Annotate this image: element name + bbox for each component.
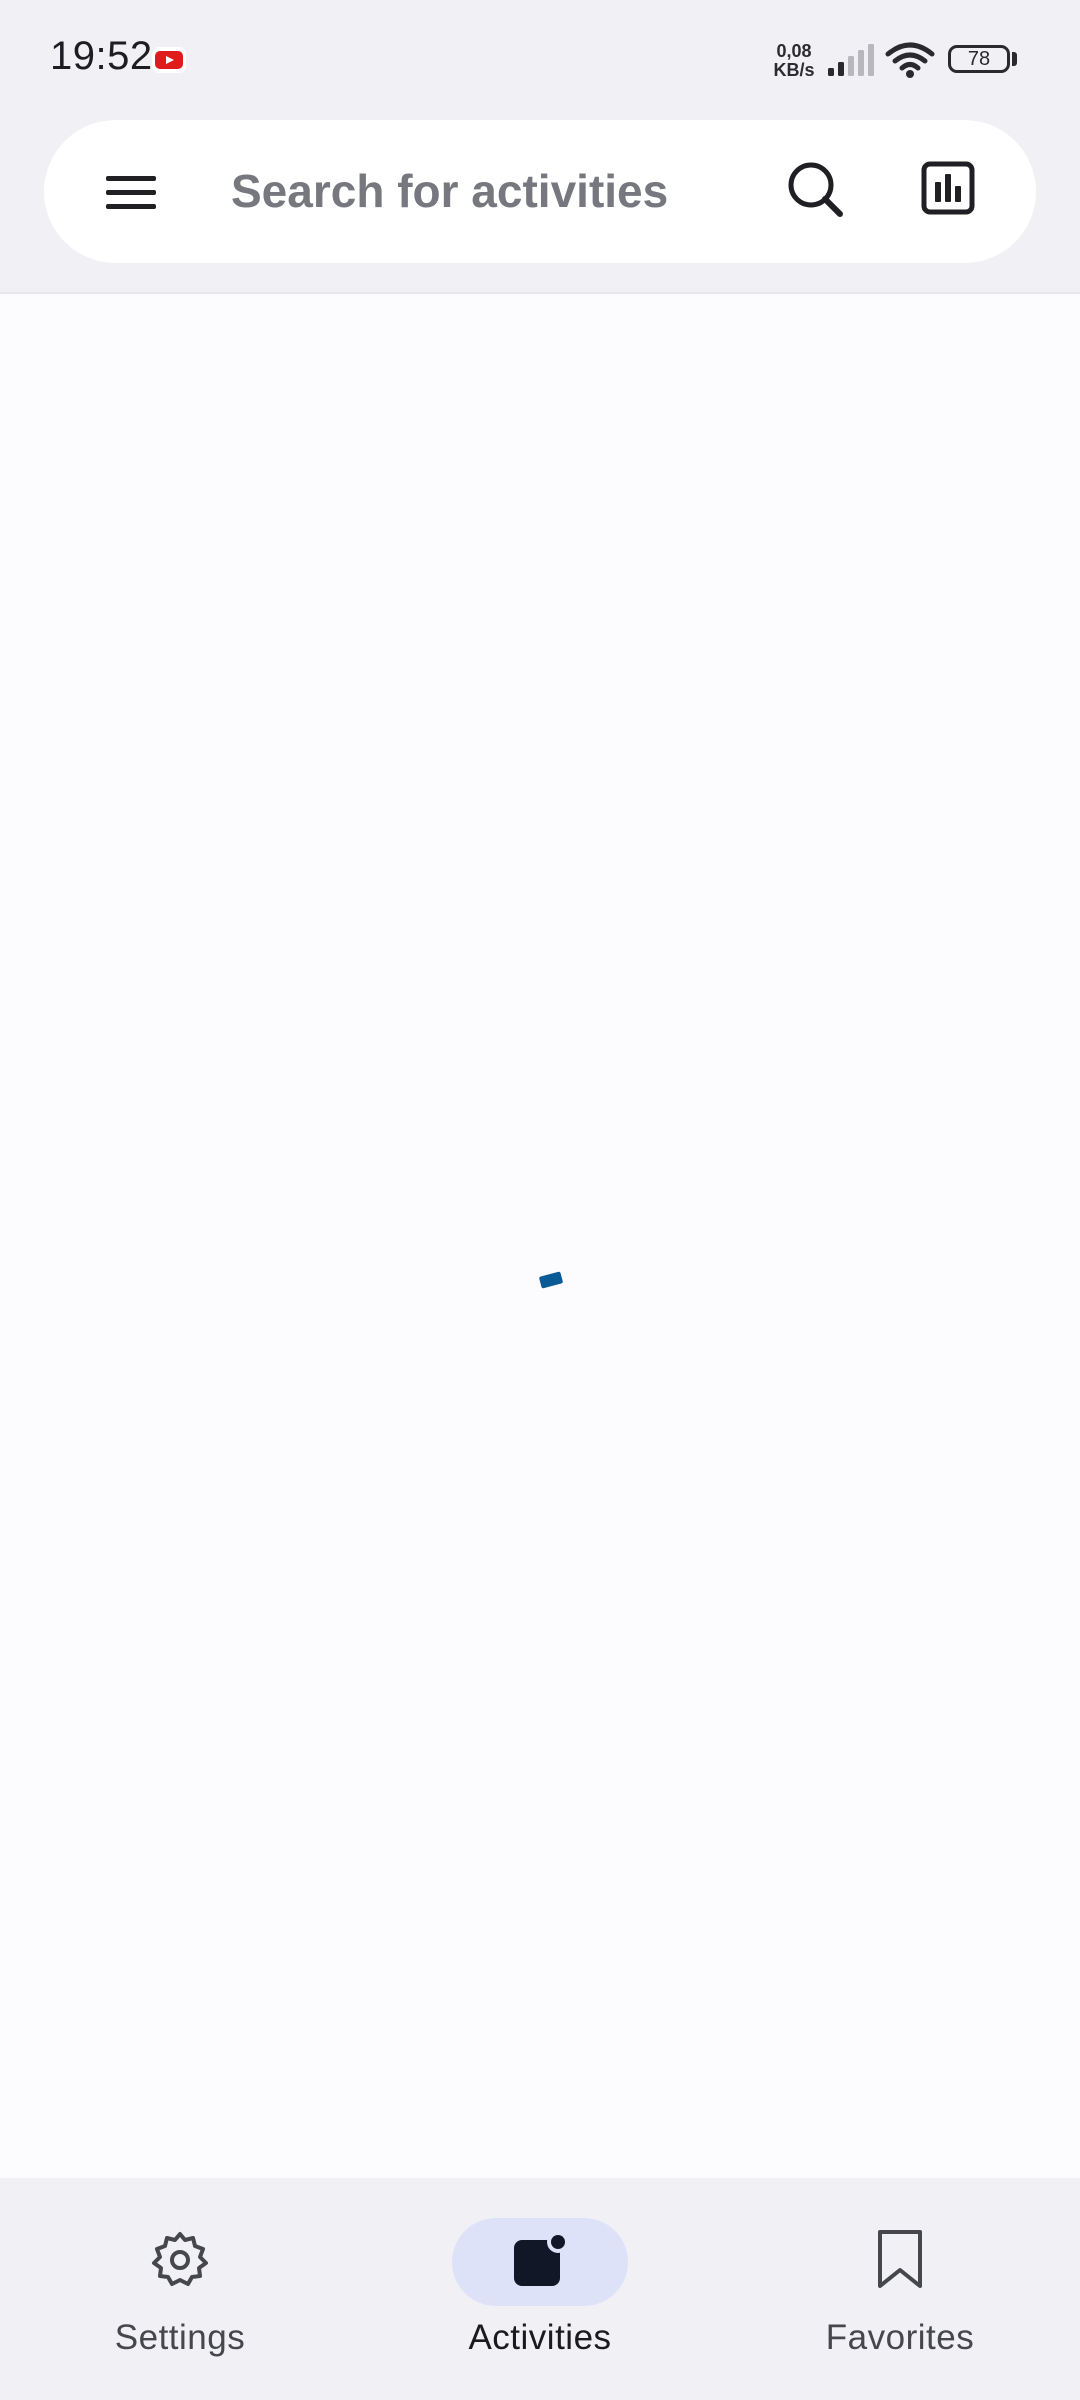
youtube-icon (152, 47, 186, 73)
search-input[interactable]: Search for activities (231, 164, 731, 218)
hamburger-menu-icon[interactable] (86, 152, 178, 232)
wifi-icon (885, 42, 935, 78)
battery-cap (1012, 52, 1017, 66)
battery-icon: 78 (948, 45, 1010, 73)
search-icon[interactable] (776, 150, 856, 230)
nav-label-activities: Activities (468, 2318, 612, 2357)
nav-label-favorites: Favorites (825, 2318, 975, 2357)
gear-icon (152, 2232, 208, 2286)
bar-chart-icon[interactable] (908, 150, 988, 230)
activities-content (0, 294, 1080, 2178)
network-speed: 0,08 KB/s (768, 42, 820, 80)
network-speed-value: 0,08 (776, 41, 812, 61)
signal-icon (828, 44, 874, 76)
bookmark-icon (878, 2230, 922, 2288)
activities-icon (514, 2231, 569, 2286)
status-time: 19:52 (50, 34, 153, 78)
network-speed-unit: KB/s (773, 60, 815, 80)
nav-label-settings: Settings (114, 2318, 246, 2357)
